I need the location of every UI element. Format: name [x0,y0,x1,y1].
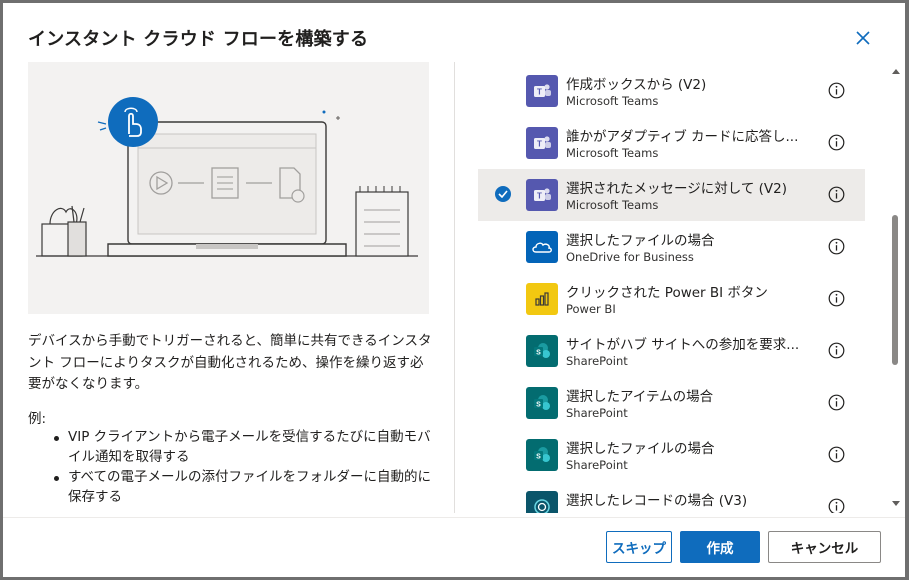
trigger-item[interactable]: S 選択したアイテムの場合 SharePoint [478,377,865,429]
trigger-name: 選択したアイテムの場合 [566,389,714,405]
trigger-list-scrollbar[interactable] [889,65,901,513]
svg-text:T: T [537,192,542,201]
svg-text:T: T [537,140,542,149]
trigger-name: 誰かがアダプティブ カードに応答し... [566,129,799,145]
onedrive-icon [526,231,558,263]
trigger-connector: Microsoft Teams [566,146,659,160]
trigger-name: サイトがハブ サイトへの参加を要求... [566,337,800,353]
info-icon[interactable] [828,342,845,359]
list-item: VIP クライアントから電子メールを受信するたびに自動モバイル通知を取得する [52,428,437,467]
left-pane: デバイスから手動でトリガーされると、簡単に共有できるインスタント フローによりタ… [3,3,453,513]
list-item: すべての電子メールの添付ファイルをフォルダーに自動的に保存する [52,468,437,507]
info-icon[interactable] [828,498,845,513]
create-button[interactable]: 作成 [680,531,760,563]
pane-divider [454,62,455,513]
info-icon[interactable] [828,394,845,411]
cancel-button[interactable]: キャンセル [768,531,881,563]
sharepoint-icon: S [526,335,558,367]
trigger-connector: Power BI [566,302,616,316]
trigger-connector: SharePoint [566,354,628,368]
trigger-list: T 作成ボックスから (V2) Microsoft Teams T 誰かがアダプ… [478,65,888,513]
trigger-name: 選択したレコードの場合 (V3) [566,493,748,509]
flow-illustration [28,62,429,314]
trigger-item[interactable]: クリックされた Power BI ボタン Power BI [478,273,865,325]
skip-button[interactable]: スキップ [606,531,672,563]
trigger-connector: SharePoint [566,406,628,420]
scroll-down-icon[interactable] [892,501,900,506]
close-icon [856,31,870,45]
trigger-item[interactable]: 選択したファイルの場合 OneDrive for Business [478,221,865,273]
trigger-name: クリックされた Power BI ボタン [566,285,768,301]
trigger-item[interactable]: 選択したレコードの場合 (V3) [478,481,865,513]
sharepoint-icon: S [526,439,558,471]
trigger-connector: SharePoint [566,458,628,472]
bullet-icon [54,436,59,441]
example-text: すべての電子メールの添付ファイルをフォルダーに自動的に保存する [68,469,432,505]
close-button[interactable] [852,27,874,49]
teams-icon: T [526,179,558,211]
info-icon[interactable] [828,134,845,151]
laptop-illustration [36,97,418,257]
dataverse-icon [526,491,558,513]
scroll-up-icon[interactable] [892,69,900,74]
create-flow-dialog: インスタント クラウド フローを構築する デバイスから手動でトリガーされると、簡… [3,3,905,577]
trigger-name: 作成ボックスから (V2) [566,77,707,93]
example-label: 例: [28,411,47,427]
info-icon[interactable] [828,82,845,99]
checkmark-icon [495,186,511,202]
scroll-thumb[interactable] [892,215,898,365]
trigger-item-selected[interactable]: T 選択されたメッセージに対して (V2) Microsoft Teams [478,169,865,221]
teams-icon: T [526,75,558,107]
sharepoint-icon: S [526,387,558,419]
trigger-name: 選択されたメッセージに対して (V2) [566,181,787,197]
trigger-connector: Microsoft Teams [566,198,659,212]
info-icon[interactable] [828,290,845,307]
info-icon[interactable] [828,238,845,255]
trigger-item[interactable]: S 選択したファイルの場合 SharePoint [478,429,865,481]
svg-text:S: S [536,350,541,357]
svg-text:S: S [536,454,541,461]
footer-divider [3,517,905,518]
trigger-item[interactable]: T 作成ボックスから (V2) Microsoft Teams [478,65,865,117]
svg-text:S: S [536,402,541,409]
teams-icon: T [526,127,558,159]
info-icon[interactable] [828,446,845,463]
trigger-name: 選択したファイルの場合 [566,233,715,249]
trigger-item[interactable]: S サイトがハブ サイトへの参加を要求... SharePoint [478,325,865,377]
flow-description: デバイスから手動でトリガーされると、簡単に共有できるインスタント フローによりタ… [28,333,432,392]
info-icon[interactable] [828,186,845,203]
bullet-icon [54,476,59,481]
example-text: VIP クライアントから電子メールを受信するたびに自動モバイル通知を取得する [68,429,431,465]
trigger-item[interactable]: T 誰かがアダプティブ カードに応答し... Microsoft Teams [478,117,865,169]
svg-text:T: T [537,88,542,97]
trigger-name: 選択したファイルの場合 [566,441,715,457]
trigger-connector: OneDrive for Business [566,250,694,264]
example-list: VIP クライアントから電子メールを受信するたびに自動モバイル通知を取得する す… [52,428,437,508]
trigger-connector: Microsoft Teams [566,94,659,108]
powerbi-icon [526,283,558,315]
